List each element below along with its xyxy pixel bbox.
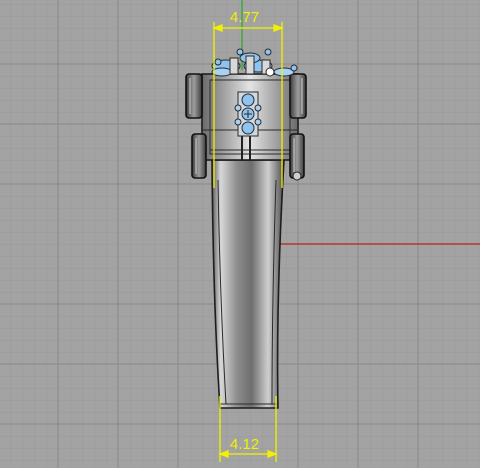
viewport-canvas[interactable] bbox=[0, 0, 480, 468]
gem-stack-center[interactable] bbox=[234, 91, 262, 137]
dimension-bottom-label[interactable]: 4.12 bbox=[230, 437, 259, 452]
prong-right-lower[interactable] bbox=[289, 133, 305, 181]
prong-right-upper[interactable] bbox=[289, 73, 307, 119]
prong-left-lower[interactable] bbox=[191, 133, 207, 179]
ring-shank[interactable] bbox=[211, 159, 285, 409]
dimension-top-label[interactable]: 4.77 bbox=[230, 10, 259, 25]
cad-viewport[interactable]: 4.77 4.12 bbox=[0, 0, 480, 468]
prong-left-upper[interactable] bbox=[185, 73, 203, 119]
